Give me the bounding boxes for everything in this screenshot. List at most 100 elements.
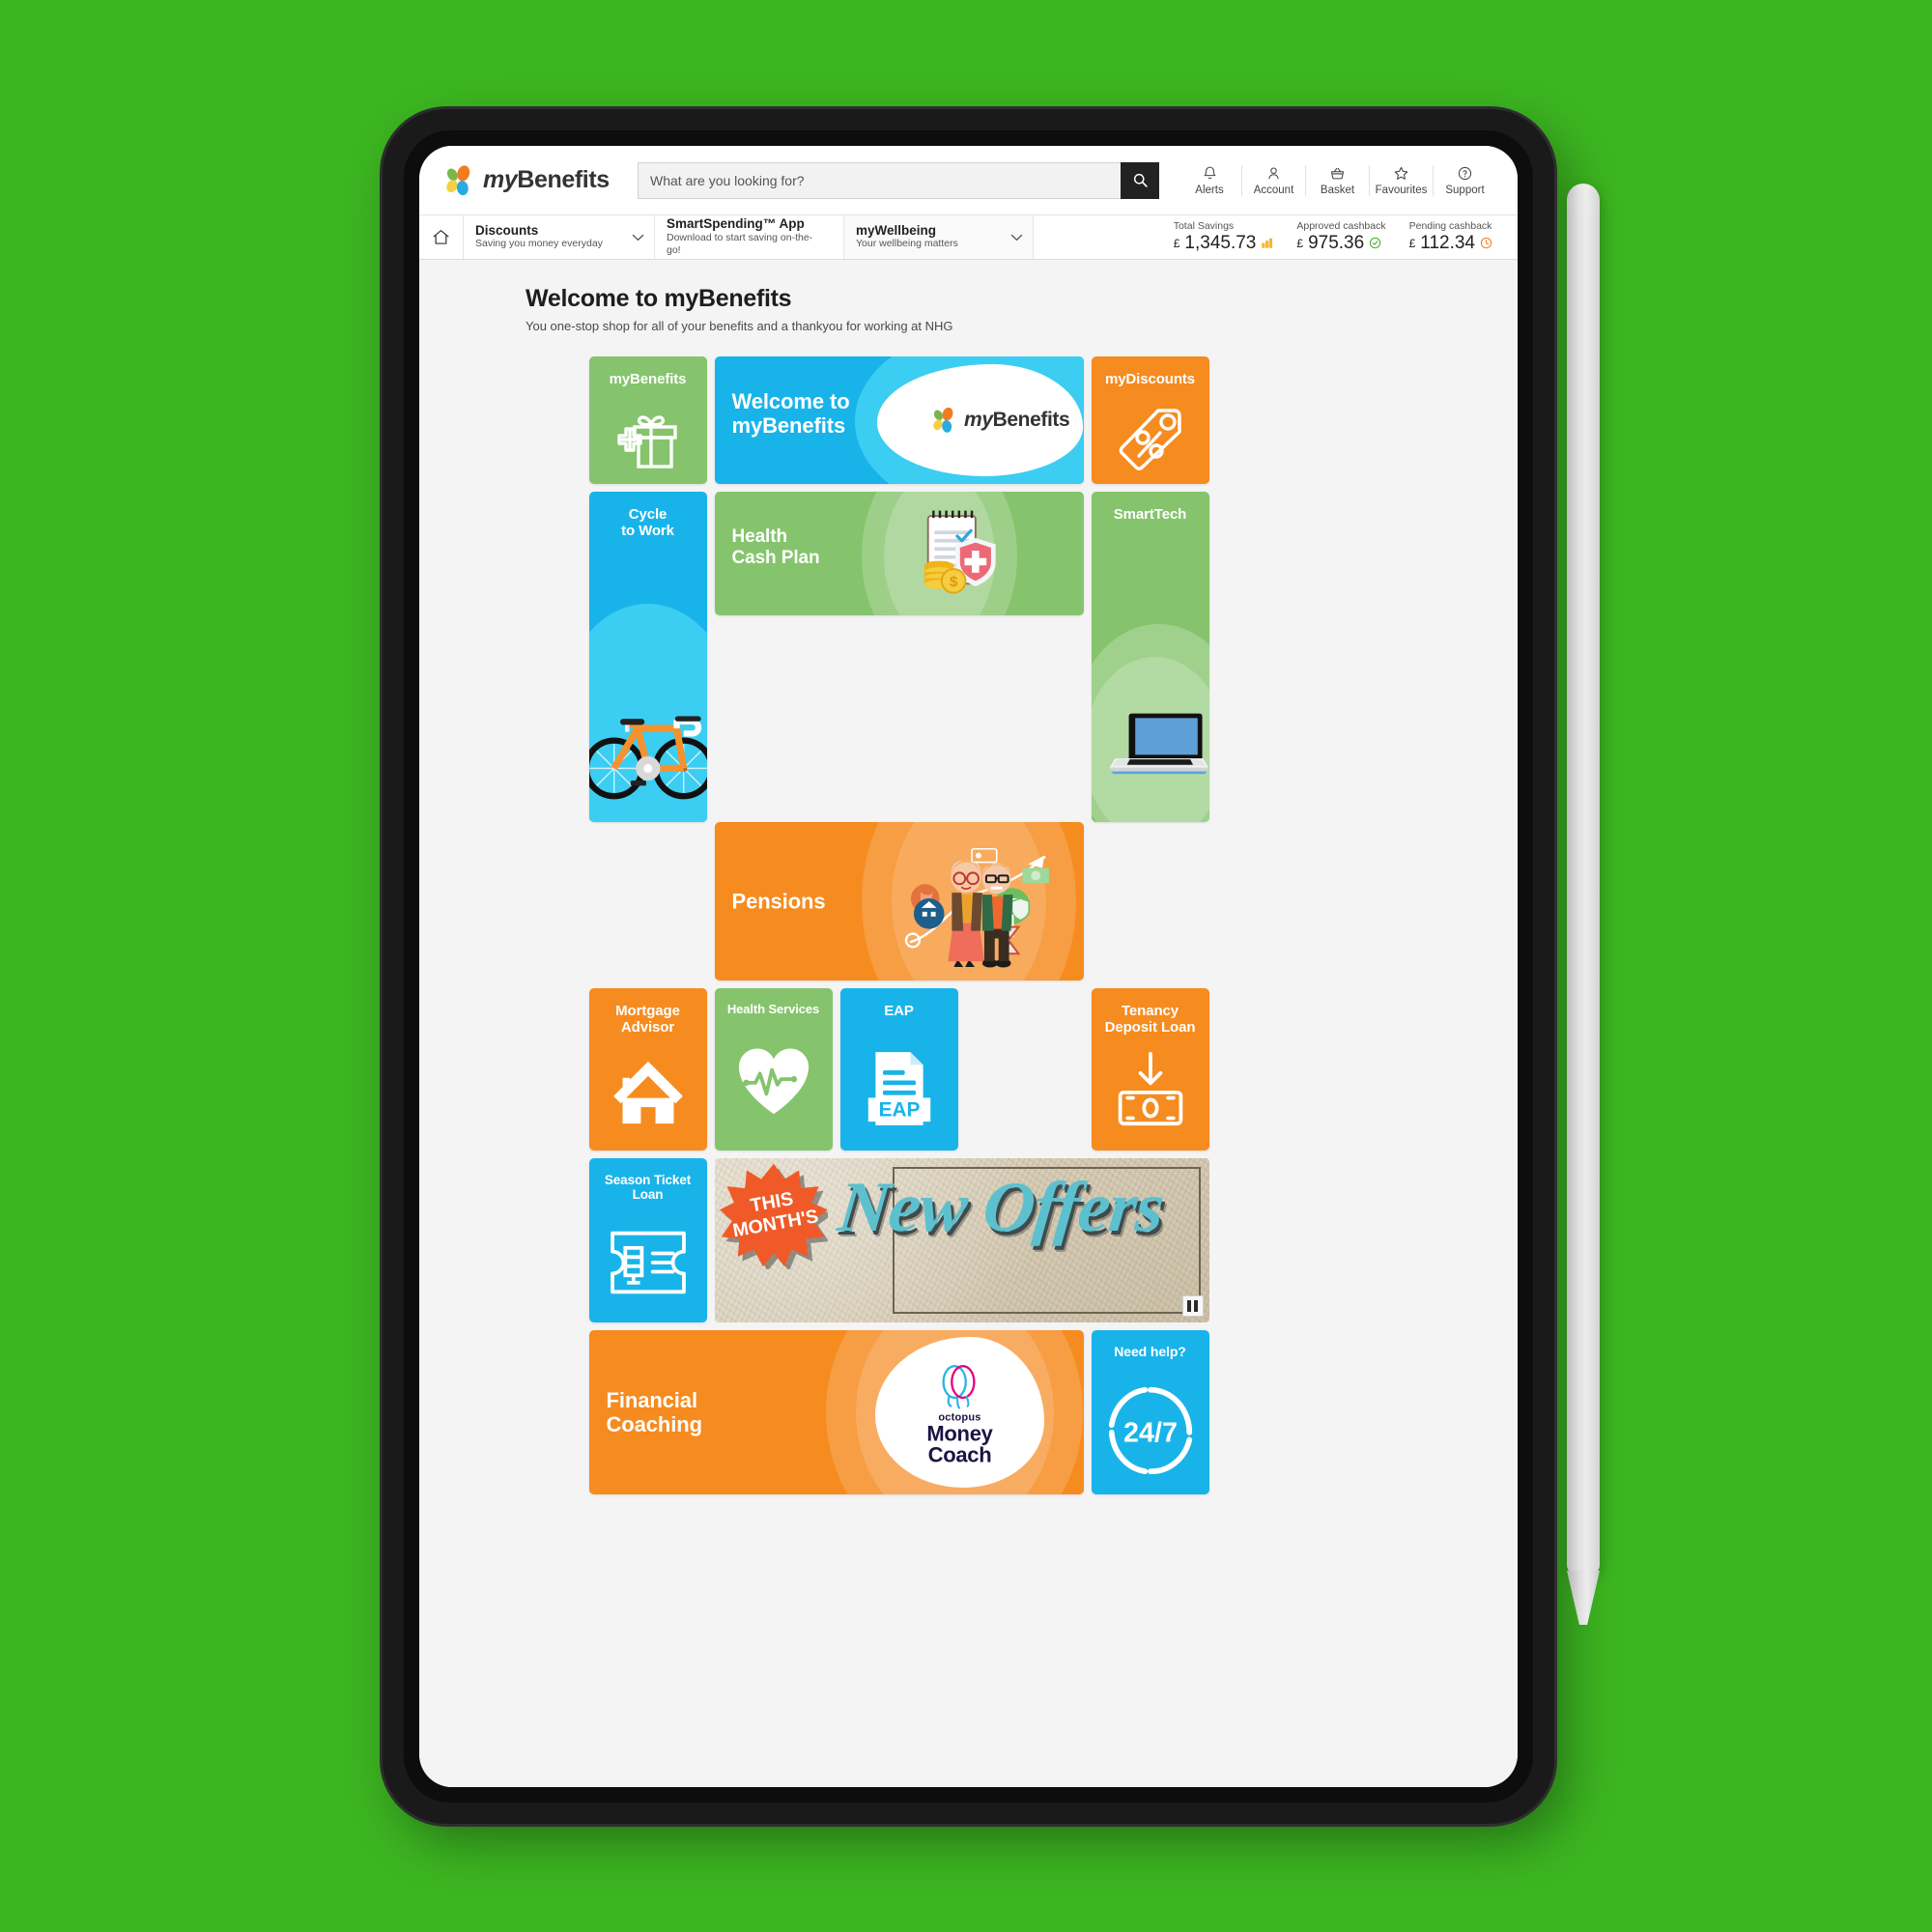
elderly-couple-icon: [905, 847, 1050, 968]
mortgage-line-1: Mortgage: [615, 1003, 680, 1019]
savings-approved-label: Approved cashback: [1296, 220, 1386, 233]
savings-total-label: Total Savings: [1173, 220, 1235, 233]
nav-item-alerts[interactable]: Alerts: [1178, 165, 1241, 196]
search-input[interactable]: [638, 161, 1121, 199]
savings-pending[interactable]: Pending cashback £112.34: [1398, 220, 1504, 253]
tile-title-my-discounts: myDiscounts: [1104, 371, 1196, 387]
tile-title-mortgage-advisor: Mortgage Advisor: [589, 988, 707, 1036]
subnav-home-button[interactable]: [419, 215, 464, 259]
search-icon: [1133, 173, 1148, 187]
currency-symbol: £: [1173, 236, 1180, 250]
check-circle-icon: [1370, 238, 1381, 249]
tile-title-need-help: Need help?: [1114, 1344, 1186, 1359]
subnav-title-discounts: Discounts: [475, 222, 539, 238]
nav-item-favourites[interactable]: Favourites: [1369, 164, 1433, 196]
savings-approved-value: £975.36: [1296, 233, 1385, 254]
search-button[interactable]: [1121, 161, 1159, 199]
subnav-item-mywellbeing[interactable]: myWellbeing Your wellbeing matters: [844, 215, 1034, 259]
chevron-down-icon: [1010, 234, 1023, 241]
tile-tenancy-deposit-loan[interactable]: Tenancy Deposit Loan: [1091, 988, 1209, 1151]
tile-welcome-hero[interactable]: Welcome to myBenefits myBenefits: [714, 356, 1084, 484]
subnav-title-smartspending: SmartSpending™ App: [667, 216, 805, 232]
ticket-icon: [610, 1231, 686, 1294]
savings-total[interactable]: Total Savings £1,345.73: [1162, 220, 1286, 253]
subnav-subtitle-smartspending: Download to start saving on-the-go!: [667, 231, 813, 257]
hcp-line-2: Cash Plan: [731, 547, 820, 568]
svg-text:$: $: [950, 574, 958, 590]
myb-petal-logo-icon: [446, 164, 470, 195]
brand-logo[interactable]: myBenefits: [440, 162, 624, 199]
tile-my-discounts[interactable]: myDiscounts: [1091, 356, 1209, 484]
tablet-device-frame: myBenefits Alerts: [383, 109, 1554, 1824]
octopus-logo-icon: [942, 1365, 977, 1409]
tile-title-eap: EAP: [884, 1003, 914, 1019]
tile-title-health-services: Health Services: [726, 1002, 820, 1016]
percent-tag-icon: [1119, 409, 1181, 470]
search-bar: [638, 161, 1159, 199]
clipboard-shield-coins-icon: $: [924, 510, 996, 594]
twentyfour-seven-icon: 24/7: [1108, 1386, 1192, 1475]
home-icon: [433, 230, 449, 244]
tile-financial-coaching[interactable]: Financial Coaching octopus Money Coach: [588, 1330, 1084, 1494]
tenancy-line-2: Deposit Loan: [1104, 1019, 1196, 1037]
savings-approved[interactable]: Approved cashback £975.36: [1285, 220, 1397, 253]
currency-symbol: £: [1296, 236, 1304, 250]
brand-name: myBenefits: [483, 166, 610, 193]
tile-title-pensions: Pensions: [731, 889, 826, 914]
nav-item-support[interactable]: Support: [1433, 164, 1496, 196]
house-icon: [612, 1061, 683, 1124]
user-icon: [1268, 166, 1279, 179]
banner-pause-button[interactable]: [1181, 1295, 1204, 1317]
tile-mortgage-advisor[interactable]: Mortgage Advisor: [588, 988, 707, 1151]
star-icon: [1394, 166, 1408, 180]
tile-season-ticket-loan[interactable]: Season Ticket Loan: [588, 1158, 707, 1322]
welcome-line-1: Welcome to: [731, 389, 850, 413]
savings-pending-label: Pending cashback: [1408, 220, 1492, 233]
tile-eap[interactable]: EAP EAP: [839, 988, 958, 1151]
tile-smart-tech[interactable]: SmartTech: [1091, 492, 1209, 822]
subnav-subtitle-discounts: Saving you money everyday: [475, 238, 603, 250]
heart-pulse-icon: [738, 1048, 809, 1115]
tile-health-cash-plan[interactable]: Health Cash Plan $: [714, 492, 1084, 615]
mortgage-line-2: Advisor: [620, 1019, 675, 1037]
tile-my-benefits[interactable]: myBenefits: [588, 356, 707, 484]
tile-title-my-benefits: myBenefits: [609, 371, 687, 387]
gift-plus-icon: [616, 415, 677, 469]
tile-need-help[interactable]: Need help? 24/7: [1091, 1330, 1209, 1494]
hero-logo-text: myBenefits: [964, 409, 1070, 431]
apple-pencil-stylus: [1567, 184, 1600, 1575]
season-line-1: Season Ticket: [604, 1173, 692, 1187]
tile-title-smart-tech: SmartTech: [1113, 506, 1187, 523]
tile-pensions[interactable]: Pensions: [714, 822, 1084, 980]
subnav-item-smartspending[interactable]: SmartSpending™ App Download to start sav…: [655, 215, 844, 259]
tenancy-line-1: Tenancy: [1121, 1003, 1179, 1019]
page-title: Welcome to myBenefits: [526, 285, 792, 312]
page-content: Welcome to myBenefits You one-stop shop …: [419, 260, 1518, 1787]
nav-label-favourites: Favourites: [1375, 184, 1428, 196]
savings-pending-value: £112.34: [1409, 233, 1492, 254]
nav-item-account[interactable]: Account: [1241, 164, 1305, 196]
currency-symbol: £: [1408, 236, 1416, 250]
benefit-tiles-grid: myBenefits Welcome to myBenefits myBenef…: [588, 356, 1349, 1502]
chevron-down-icon: [632, 234, 644, 241]
tablet-screen: myBenefits Alerts: [419, 146, 1518, 1787]
amount: 975.36: [1308, 232, 1365, 253]
page-header: Welcome to myBenefits You one-stop shop …: [419, 285, 1518, 333]
tile-title-cycle-to-work: Cycle to Work: [589, 492, 707, 539]
hero-logo: myBenefits: [928, 405, 1070, 436]
tile-cycle-to-work[interactable]: Cycle to Work: [588, 492, 707, 822]
document-eap-icon: EAP: [867, 1052, 930, 1125]
starburst-shape: THIS MONTH'S: [719, 1163, 828, 1269]
subnav-item-discounts[interactable]: Discounts Saving you money everyday: [464, 215, 655, 259]
basket-icon: [1330, 167, 1345, 179]
coins-icon: [1262, 239, 1273, 249]
secondary-nav: Discounts Saving you money everyday Smar…: [419, 215, 1518, 260]
banner-headline: New Offers: [834, 1168, 1167, 1247]
tile-title-season-ticket-loan: Season Ticket Loan: [589, 1158, 707, 1203]
new-offers-banner[interactable]: THIS MONTH'S New Offers: [714, 1158, 1209, 1322]
question-circle-icon: [1458, 166, 1472, 180]
tile-health-services[interactable]: Health Services: [714, 988, 833, 1151]
header-nav: Alerts Account Basket Favourites Support: [1178, 164, 1496, 196]
savings-summary: Total Savings £1,345.73 Approved cashbac…: [1162, 215, 1518, 259]
nav-item-basket[interactable]: Basket: [1305, 164, 1369, 196]
